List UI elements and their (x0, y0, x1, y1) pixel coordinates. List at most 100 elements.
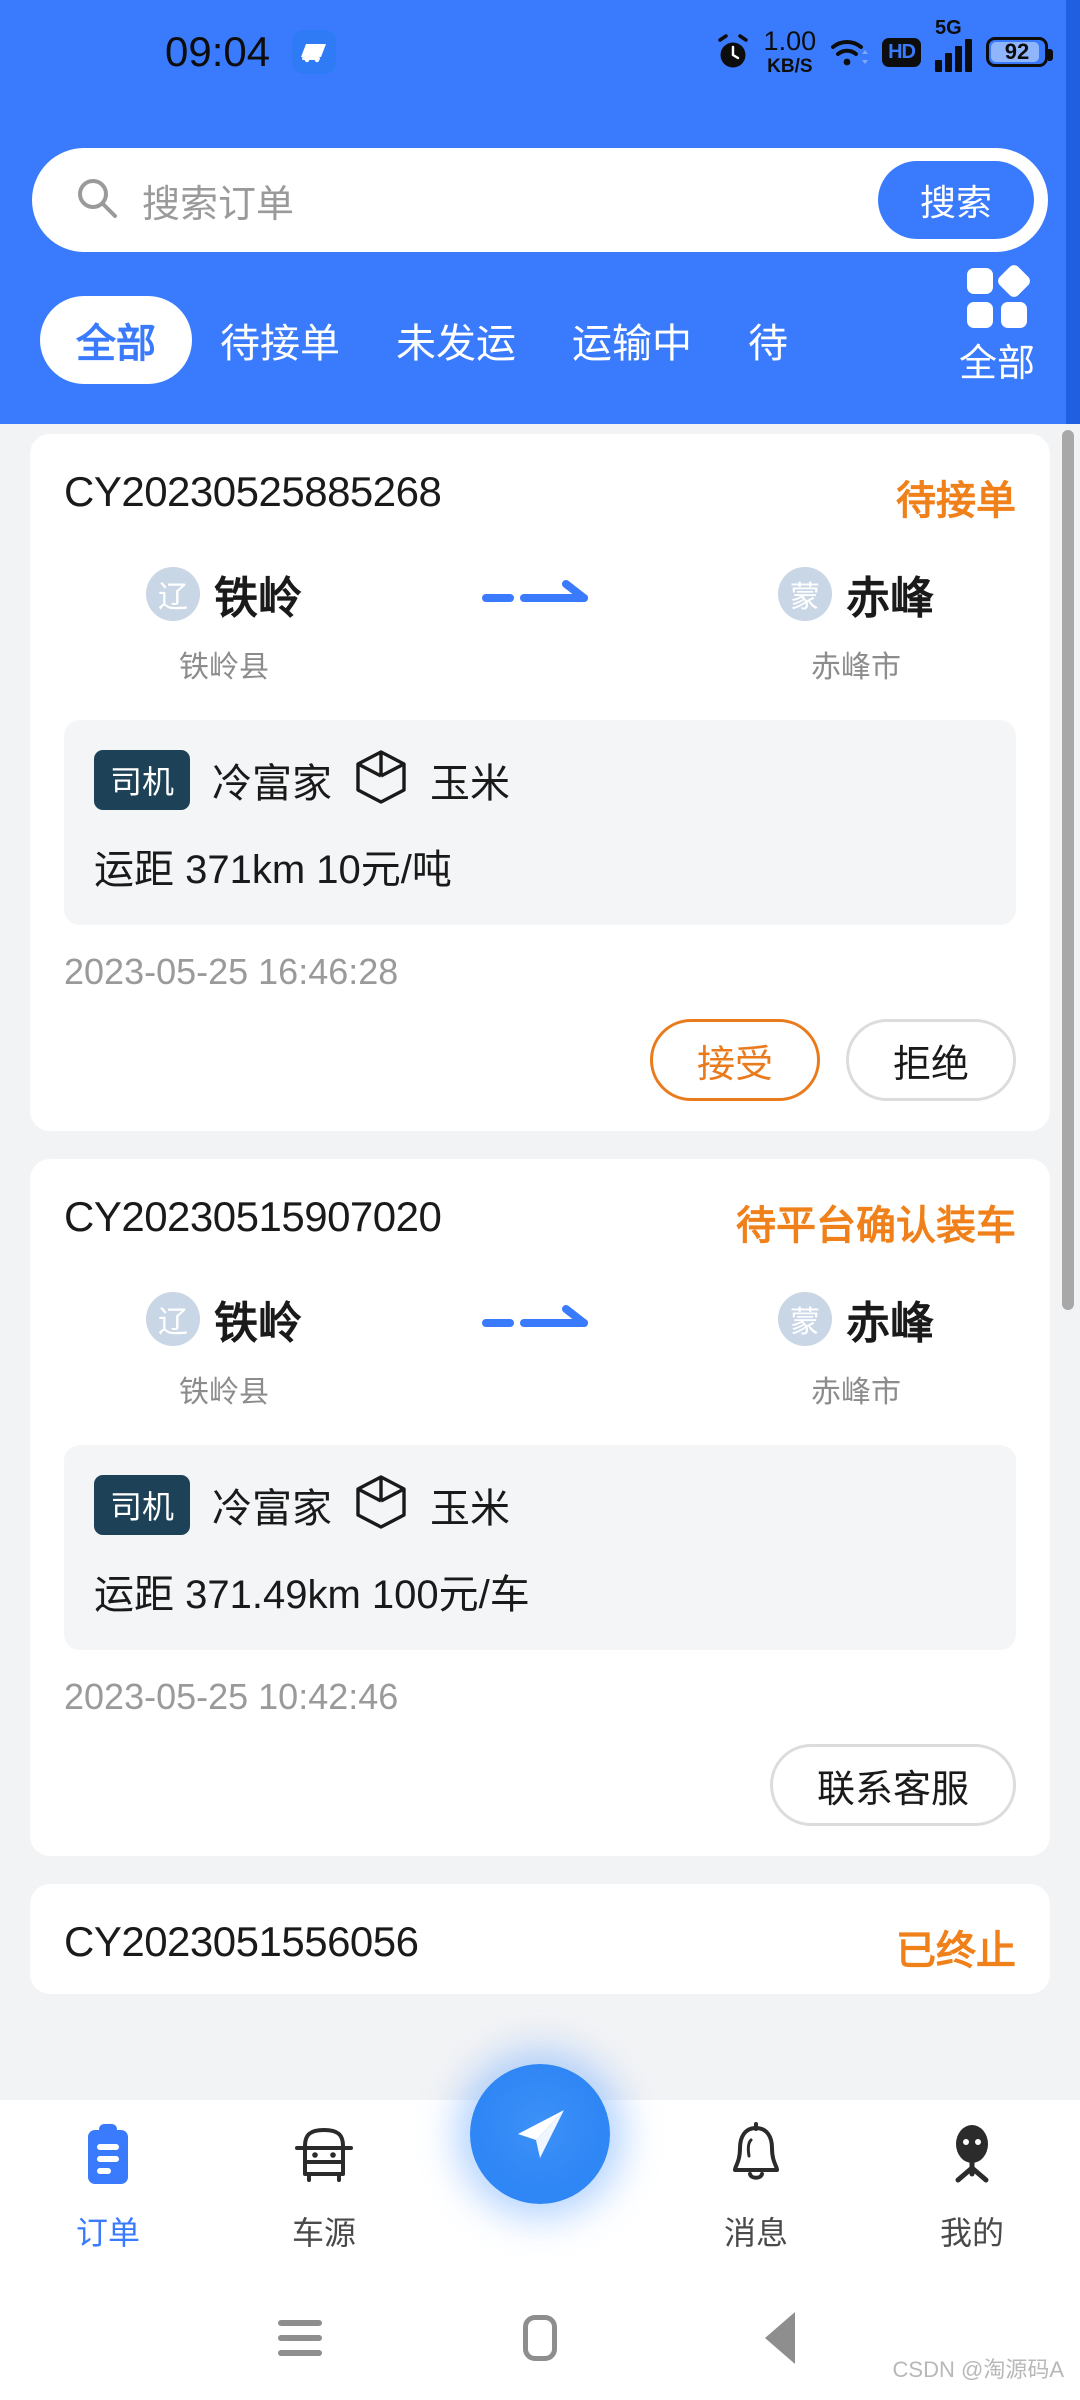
hamburger-icon (278, 2320, 322, 2356)
destination-city: 赤峰 (846, 1299, 934, 1348)
destination-province-badge: 蒙 (778, 567, 832, 621)
nav-label-messages: 消息 (723, 2215, 788, 2251)
order-number: CY20230515907020 (64, 1193, 442, 1240)
tab-all[interactable]: 全部 (40, 296, 192, 384)
filter-all-button[interactable]: 全部 (932, 258, 1062, 391)
search-button[interactable]: 搜索 (877, 161, 1034, 239)
network-type-label: 5G (935, 16, 962, 39)
app-header: 09:04 1.00 KB/S HD 5G 92 搜索订单 搜索 全部 待接单 … (0, 0, 1080, 424)
origin-city-row: 辽 铁岭 (146, 1287, 302, 1351)
order-card-header: CY20230525885268 待接单 (64, 468, 1016, 526)
home-button[interactable] (510, 2308, 570, 2368)
nav-item-messages[interactable]: 消息 (648, 2122, 864, 2254)
network-speed-value: 1.00 (763, 26, 817, 56)
tab-pending-more[interactable]: 待 (720, 296, 816, 384)
truck-icon (292, 30, 337, 74)
dashed-arrow-icon (374, 562, 706, 610)
driver-cargo-row: 司机 冷富家 玉米 (94, 1473, 986, 1536)
tab-not-shipped[interactable]: 未发运 (368, 296, 544, 384)
order-actions: 接受 拒绝 (64, 1019, 1016, 1101)
battery-indicator: 92 (986, 37, 1053, 67)
search-icon (74, 175, 120, 226)
dashed-arrow-icon (374, 1287, 706, 1335)
contact-support-button[interactable]: 联系客服 (769, 1744, 1016, 1826)
order-card[interactable]: CY20230525885268 待接单 辽 铁岭 铁岭县 蒙 赤峰 赤峰市 司… (30, 434, 1050, 1131)
status-badge: 待平台确认装车 (736, 1204, 1016, 1248)
driver-name: 冷富家 (212, 1486, 333, 1531)
box-icon (354, 748, 408, 811)
back-button[interactable] (750, 2308, 810, 2368)
nav-label-orders: 订单 (75, 2215, 140, 2251)
list-scrollbar[interactable] (1062, 430, 1074, 1310)
destination-province-badge: 蒙 (778, 1292, 832, 1346)
driver-badge: 司机 (94, 1474, 191, 1535)
recents-button[interactable] (270, 2308, 330, 2368)
order-actions: 联系客服 (64, 1744, 1016, 1826)
origin-province-badge: 辽 (146, 567, 200, 621)
tab-pending-accept[interactable]: 待接单 (192, 296, 368, 384)
send-plane-icon[interactable] (470, 2064, 610, 2204)
accept-button[interactable]: 接受 (649, 1019, 820, 1101)
reject-button[interactable]: 拒绝 (845, 1019, 1016, 1101)
home-square-icon (523, 2315, 557, 2361)
route-destination: 蒙 赤峰 赤峰市 (706, 1287, 1006, 1411)
cargo-type: 玉米 (430, 761, 511, 806)
hd-badge: HD (882, 37, 921, 67)
watermark: CSDN @淘源码A (892, 2357, 1064, 2382)
route-destination: 蒙 赤峰 赤峰市 (706, 562, 1006, 686)
truck-front-icon (289, 2122, 359, 2196)
grid-icon (967, 262, 1033, 328)
status-badge: 已终止 (896, 1929, 1016, 1973)
origin-district: 铁岭县 (179, 1376, 269, 1409)
status-badge: 待接单 (896, 479, 1016, 523)
order-card[interactable]: CY2023051556056 已终止 (30, 1884, 1050, 1994)
order-detail-box: 司机 冷富家 玉米 运距 371km 10元/吨 (64, 720, 1016, 925)
header-scrollbar[interactable] (1066, 0, 1080, 424)
box-icon (354, 1473, 408, 1536)
search-row: 搜索订单 搜索 (32, 148, 1048, 252)
route-summary: 辽 铁岭 铁岭县 蒙 赤峰 赤峰市 (64, 562, 1016, 686)
origin-province-badge: 辽 (146, 1292, 200, 1346)
tab-in-transit[interactable]: 运输中 (544, 296, 720, 384)
driver-cargo-row: 司机 冷富家 玉米 (94, 748, 986, 811)
nav-item-profile[interactable]: 我的 (864, 2122, 1080, 2254)
origin-city: 铁岭 (214, 574, 302, 623)
battery-level: 92 (1004, 39, 1030, 64)
phone-screen: 09:04 1.00 KB/S HD 5G 92 搜索订单 搜索 全部 待接单 … (0, 0, 1080, 2400)
order-card-header: CY20230515907020 待平台确认装车 (64, 1193, 1016, 1251)
order-list[interactable]: CY20230525885268 待接单 辽 铁岭 铁岭县 蒙 赤峰 赤峰市 司… (0, 424, 1080, 2100)
destination-district: 赤峰市 (811, 1376, 901, 1409)
filter-all-label: 全部 (958, 343, 1035, 385)
destination-city: 赤峰 (846, 574, 934, 623)
back-triangle-icon (765, 2312, 795, 2364)
route-origin: 辽 铁岭 铁岭县 (74, 562, 374, 686)
alarm-clock-icon (717, 34, 748, 68)
signal-bars-icon: 5G (935, 17, 972, 72)
clipboard-icon (81, 2122, 135, 2196)
order-card[interactable]: CY20230515907020 待平台确认装车 辽 铁岭 铁岭县 蒙 赤峰 赤… (30, 1159, 1050, 1856)
status-bar: 09:04 1.00 KB/S HD 5G 92 (0, 0, 1080, 104)
origin-city-row: 辽 铁岭 (146, 562, 302, 626)
distance-price: 运距 371km 10元/吨 (94, 848, 452, 892)
order-timestamp: 2023-05-25 16:46:28 (64, 951, 399, 992)
person-icon (943, 2122, 1001, 2196)
driver-badge: 司机 (94, 749, 191, 810)
nav-item-vehicles[interactable]: 车源 (216, 2122, 432, 2254)
status-time: 09:04 (165, 28, 271, 75)
driver-name: 冷富家 (212, 761, 333, 806)
destination-city-row: 蒙 赤峰 (778, 1287, 934, 1351)
order-number: CY2023051556056 (64, 1918, 419, 1965)
status-bar-left: 09:04 (165, 28, 337, 76)
order-timestamp: 2023-05-25 10:42:46 (64, 1676, 399, 1717)
search-input[interactable]: 搜索订单 (142, 173, 878, 228)
signal-bars (935, 38, 972, 72)
nav-label-profile: 我的 (939, 2215, 1004, 2251)
search-bar[interactable]: 搜索订单 搜索 (32, 148, 1048, 252)
network-speed: 1.00 KB/S (763, 26, 817, 77)
nav-item-orders[interactable]: 订单 (0, 2122, 216, 2254)
wifi-icon (831, 39, 869, 66)
route-summary: 辽 铁岭 铁岭县 蒙 赤峰 赤峰市 (64, 1287, 1016, 1411)
destination-city-row: 蒙 赤峰 (778, 562, 934, 626)
tabs-scroller[interactable]: 全部 待接单 未发运 运输中 待 (40, 296, 1080, 384)
distance-price: 运距 371.49km 100元/车 (94, 1573, 530, 1617)
